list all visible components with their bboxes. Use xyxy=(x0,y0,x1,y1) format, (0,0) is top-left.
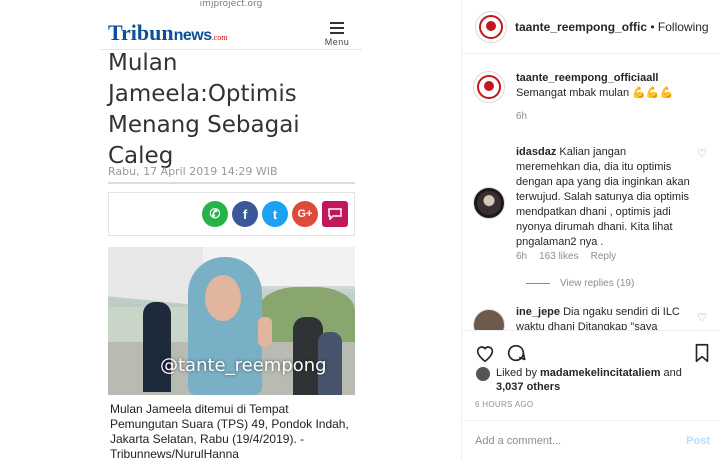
liked-by-prefix: Liked by xyxy=(496,367,541,379)
add-comment-bar: Add a comment... Post xyxy=(463,420,720,460)
comment-icon[interactable] xyxy=(505,342,527,364)
bookmark-icon[interactable] xyxy=(691,342,713,364)
hamburger-icon xyxy=(330,22,344,34)
divider xyxy=(108,182,355,184)
site-header: Tribunnews.com Menu xyxy=(100,10,362,50)
post-timestamp[interactable]: 6 HOURS AGO xyxy=(475,400,533,409)
comment-username[interactable]: idasdaz xyxy=(516,146,556,158)
avatar[interactable] xyxy=(473,187,505,219)
heart-icon[interactable] xyxy=(474,342,496,364)
comment-time[interactable]: 6h xyxy=(516,251,527,262)
article-date: Rabu, 17 April 2019 14:29 WIB xyxy=(108,165,278,178)
avatar[interactable] xyxy=(475,11,507,43)
comment-username[interactable]: ine_jepe xyxy=(516,306,560,318)
view-replies-button[interactable]: View replies (19) xyxy=(526,278,634,289)
post-media[interactable]: imjproject.org Tribunnews.com Menu Mulan… xyxy=(0,0,462,460)
like-comment-icon[interactable]: ♡ xyxy=(697,147,707,160)
follow-separator: • xyxy=(647,20,658,34)
article-screenshot: imjproject.org Tribunnews.com Menu Mulan… xyxy=(100,0,362,460)
twitter-icon: t xyxy=(262,201,288,227)
avatar[interactable] xyxy=(476,367,490,381)
comment-username[interactable]: taante_reempong_officiaall xyxy=(516,72,658,84)
liked-by: Liked by madamekelincitataliem and 3,037… xyxy=(476,366,712,394)
post-header: taante_reempong_offic • Following xyxy=(463,0,720,54)
comment-text: Semangat mbak mulan 💪💪💪 xyxy=(516,87,674,99)
liked-by-user[interactable]: madamekelincitataliem xyxy=(540,367,660,379)
post-sidebar: taante_reempong_offic • Following taante… xyxy=(463,0,720,460)
reply-button[interactable]: Reply xyxy=(591,251,617,262)
like-comment-icon[interactable]: ♡ xyxy=(697,311,707,324)
view-replies-label: View replies (19) xyxy=(560,278,635,289)
post-author: taante_reempong_offic • Following xyxy=(515,20,709,34)
google-plus-icon: G+ xyxy=(292,201,318,227)
comment-share-icon xyxy=(322,201,348,227)
url-fragment: imjproject.org xyxy=(199,0,263,9)
author-username[interactable]: taante_reempong_offic xyxy=(515,20,647,34)
liked-by-mid: and xyxy=(660,367,682,379)
menu-button: Menu xyxy=(322,16,352,47)
post-button[interactable]: Post xyxy=(686,435,710,447)
avatar[interactable] xyxy=(473,309,505,330)
avatar[interactable] xyxy=(473,71,505,103)
whatsapp-icon: ✆ xyxy=(202,201,228,227)
share-bar: ✆ f t G+ xyxy=(108,192,355,236)
comment-input[interactable]: Add a comment... xyxy=(475,435,561,447)
logo-tld: .com xyxy=(211,33,228,42)
action-bar xyxy=(463,330,720,370)
comment-time[interactable]: 6h xyxy=(516,111,527,122)
comment-text: Kalian jangan meremehkan dia, dia itu op… xyxy=(516,146,690,248)
facebook-icon: f xyxy=(232,201,258,227)
liked-by-count[interactable]: 3,037 others xyxy=(496,381,560,393)
article-photo: @tante_reempong xyxy=(108,247,355,395)
menu-label: Menu xyxy=(324,37,350,47)
tribunnews-logo: Tribunnews.com xyxy=(108,20,227,46)
logo-small: news xyxy=(173,27,213,44)
comment-likes[interactable]: 163 likes xyxy=(539,251,578,262)
comments-list: taante_reempong_officiaall Semangat mbak… xyxy=(463,55,720,330)
article-headline: Mulan Jameela:Optimis Menang Sebagai Cal… xyxy=(108,50,300,169)
following-button[interactable]: Following xyxy=(658,20,709,34)
photo-caption: Mulan Jameela ditemui di Tempat Pemungut… xyxy=(110,402,349,460)
logo-big: Tribun xyxy=(108,20,174,45)
photo-watermark: @tante_reempong xyxy=(160,355,327,376)
